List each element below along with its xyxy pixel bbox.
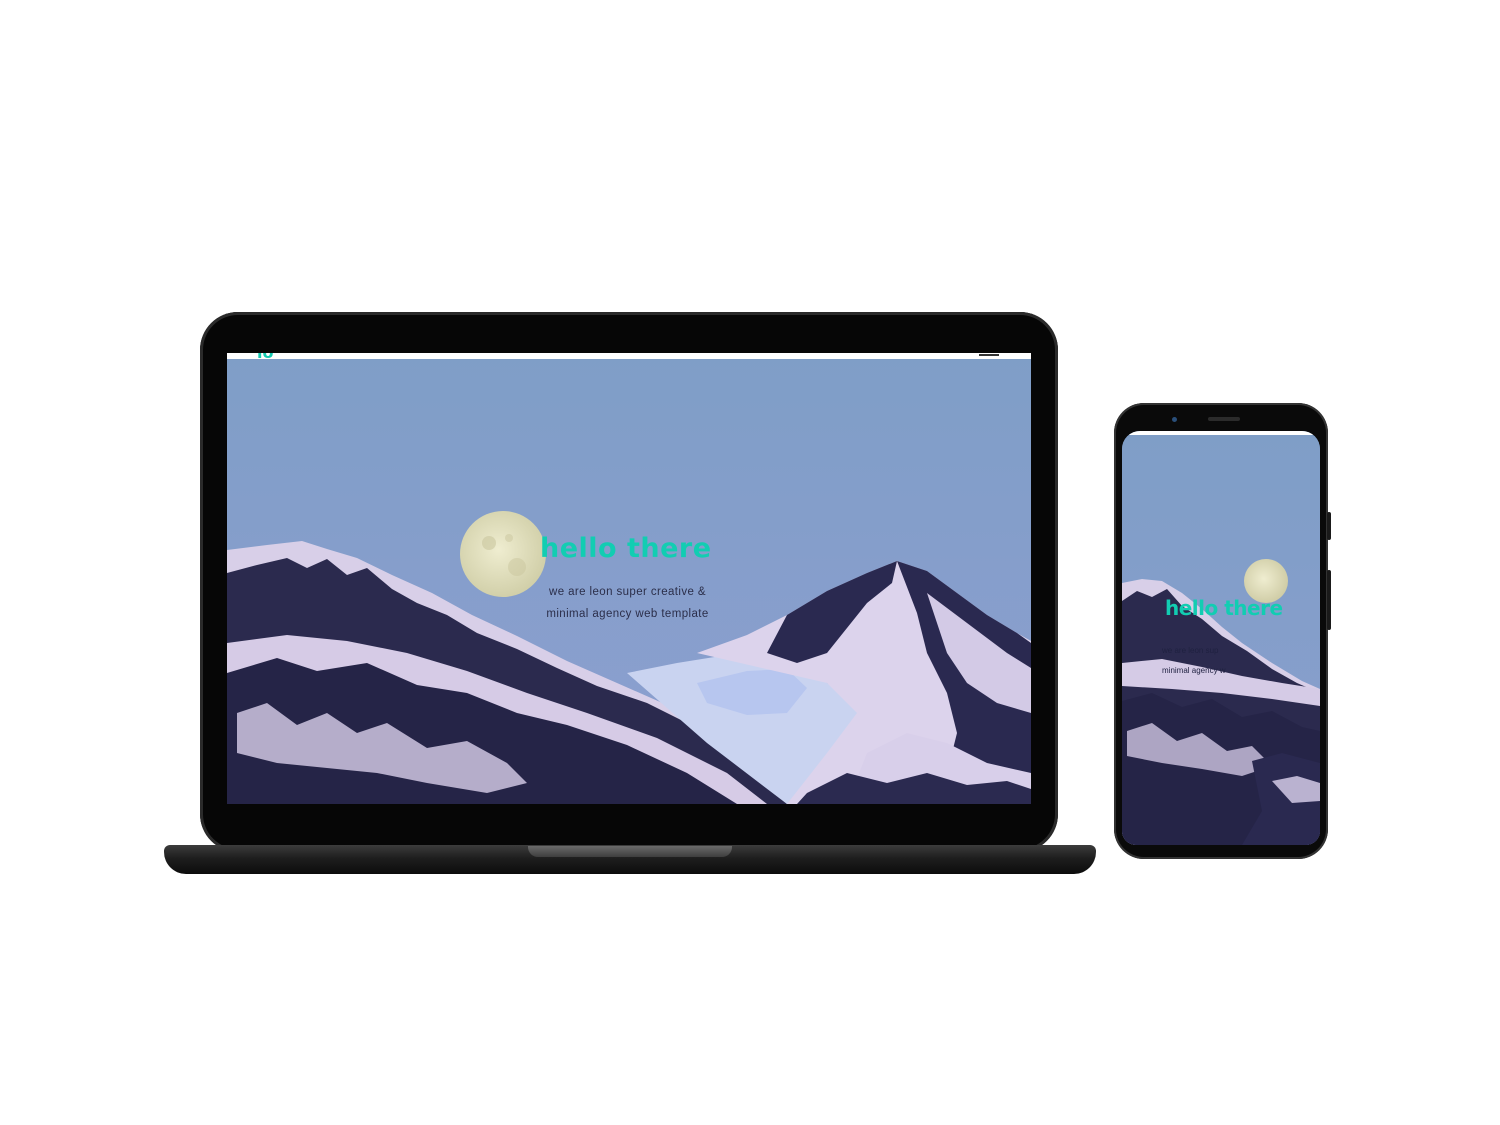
hero-title: hello there <box>540 533 712 564</box>
phone-screen: hello there we are leon sup minimal agen… <box>1122 431 1320 845</box>
hero-subtitle-line-2: minimal agency web template <box>546 608 709 620</box>
mobile-hero-subtitle-line-2: minimal agency w <box>1162 666 1226 675</box>
site-logo[interactable]: lo <box>257 353 273 362</box>
phone-power-button <box>1327 512 1331 540</box>
site-header: lo <box>227 353 1031 362</box>
mobile-hero-subtitle-line-1: we are leon sup <box>1162 646 1219 655</box>
mobile-site-header <box>1122 431 1320 435</box>
laptop-notch <box>528 846 732 857</box>
hero-background-image <box>227 353 1031 804</box>
mobile-hero-title: hello there <box>1165 596 1283 620</box>
mobile-hero-subtitle: we are leon sup minimal agency w <box>1162 641 1282 681</box>
hamburger-menu-icon[interactable] <box>979 354 999 356</box>
phone-speaker <box>1208 417 1240 421</box>
hero-subtitle: we are leon super creative & minimal age… <box>525 581 730 625</box>
mobile-hero-background-image <box>1122 431 1320 845</box>
hero-subtitle-line-1: we are leon super creative & <box>549 586 706 598</box>
camera-icon <box>1172 417 1177 422</box>
phone-volume-button <box>1327 570 1331 630</box>
laptop-screen: lo hello there we are leon super creativ… <box>227 353 1031 804</box>
